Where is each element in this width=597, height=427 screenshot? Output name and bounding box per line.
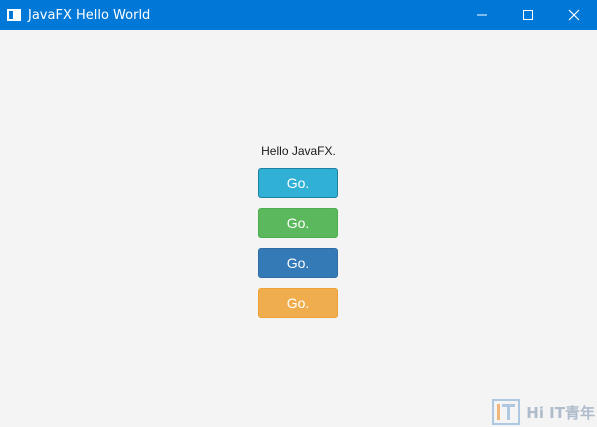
close-button[interactable] — [551, 0, 597, 30]
watermark-text: Hi IT青年 — [526, 403, 595, 422]
watermark: Hi IT青年 — [492, 399, 595, 425]
watermark-logo-icon — [492, 399, 521, 425]
go-button-success[interactable]: Go. — [258, 208, 338, 238]
app-window-icon — [7, 9, 21, 21]
close-icon — [568, 9, 580, 21]
minimize-icon — [477, 14, 487, 16]
maximize-button[interactable] — [505, 0, 551, 30]
go-button-warning[interactable]: Go. — [258, 288, 338, 318]
go-button-info[interactable]: Go. — [258, 168, 338, 198]
minimize-button[interactable] — [459, 0, 505, 30]
title-bar[interactable]: JavaFX Hello World — [0, 0, 597, 30]
go-button-primary[interactable]: Go. — [258, 248, 338, 278]
window-title: JavaFX Hello World — [28, 7, 151, 23]
hello-label: Hello JavaFX. — [261, 144, 336, 158]
app-window: JavaFX Hello World Hello JavaFX. Go. Go.… — [0, 0, 597, 427]
window-controls — [459, 0, 597, 30]
maximize-icon — [523, 10, 533, 20]
content-area: Hello JavaFX. Go. Go. Go. Go. — [0, 30, 597, 427]
